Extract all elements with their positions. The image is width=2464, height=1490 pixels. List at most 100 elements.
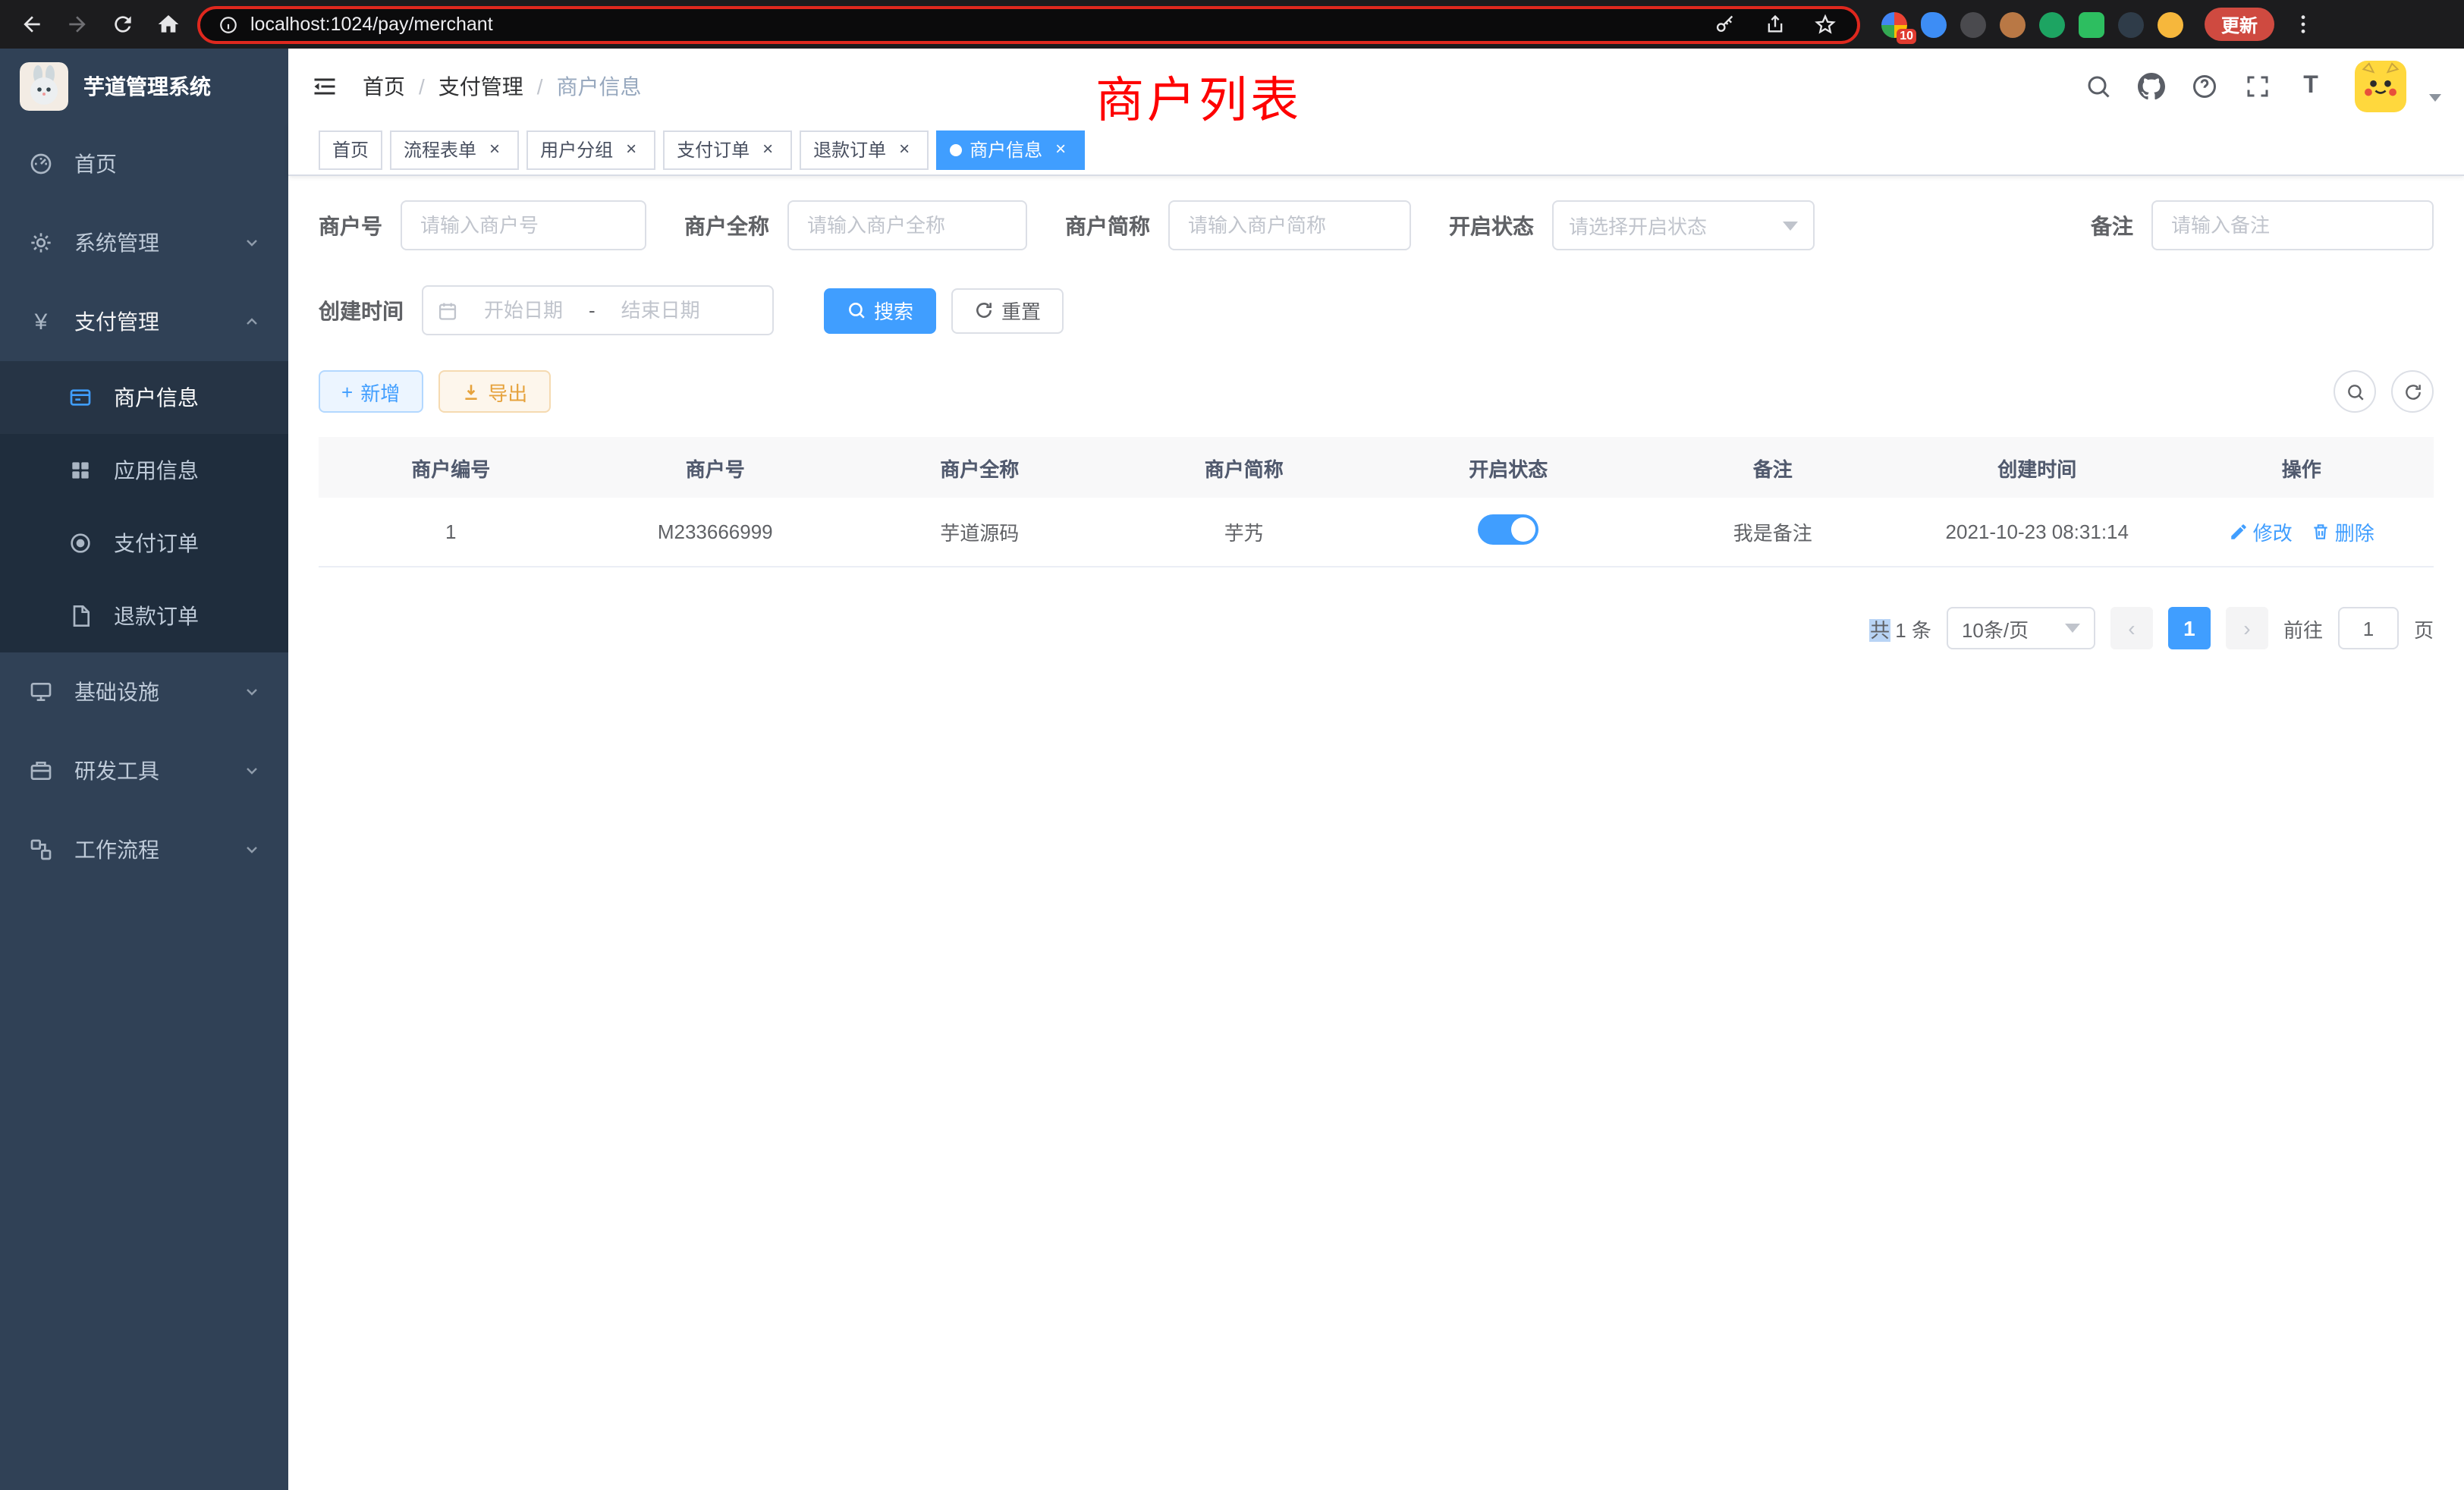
site-info-icon[interactable] xyxy=(215,8,240,41)
table-header-row: 商户编号 商户号 商户全称 商户简称 开启状态 备注 创建时间 操作 xyxy=(319,437,2434,498)
github-icon[interactable] xyxy=(2136,71,2167,102)
export-button-label: 导出 xyxy=(488,377,527,406)
full-name-input[interactable] xyxy=(787,200,1027,250)
chevron-down-icon xyxy=(2065,624,2080,633)
page-size-value: 10条/页 xyxy=(1962,614,2029,643)
address-bar-actions xyxy=(1708,8,1842,41)
chevron-down-icon xyxy=(243,762,261,780)
sidebar-item-refund-order[interactable]: 退款订单 xyxy=(0,580,288,652)
filter-full-name: 商户全称 xyxy=(684,200,1027,250)
sidebar-item-app-info[interactable]: 应用信息 xyxy=(0,434,288,507)
fullscreen-icon[interactable] xyxy=(2242,71,2273,102)
breadcrumb-item-payment[interactable]: 支付管理 xyxy=(438,71,523,102)
filter-status: 开启状态 请选择开启状态 xyxy=(1449,200,1815,250)
next-page-button[interactable]: › xyxy=(2226,607,2268,649)
breadcrumb: 首页 / 支付管理 / 商户信息 xyxy=(363,71,642,102)
sidebar-item-home[interactable]: 首页 xyxy=(0,124,288,203)
sidebar-item-system[interactable]: 系统管理 xyxy=(0,203,288,282)
edit-button[interactable]: 修改 xyxy=(2229,517,2293,546)
filter-row-2: 创建时间 - 搜索 xyxy=(319,285,2434,335)
app-logo[interactable]: 芋道管理系统 xyxy=(0,49,288,124)
start-date-input[interactable] xyxy=(467,299,580,322)
tab-refund-order[interactable]: 退款订单× xyxy=(800,130,929,169)
cell-merchant-id: 1 xyxy=(319,520,583,543)
search-icon[interactable] xyxy=(2083,71,2114,102)
extension-icon[interactable] xyxy=(2000,11,2026,37)
sidebar-item-merchant-info[interactable]: 商户信息 xyxy=(0,361,288,434)
font-size-icon[interactable]: T xyxy=(2296,71,2326,102)
browser-menu-icon[interactable] xyxy=(2286,8,2320,41)
filter-label: 备注 xyxy=(2091,210,2133,240)
add-button[interactable]: + 新增 xyxy=(319,370,423,413)
tab-close-icon[interactable]: × xyxy=(1050,139,1071,160)
sidebar-item-infrastructure[interactable]: 基础设施 xyxy=(0,652,288,731)
prev-page-button[interactable]: ‹ xyxy=(2110,607,2153,649)
page-annotation: 商户列表 xyxy=(1095,62,1302,132)
hamburger-icon[interactable] xyxy=(311,73,338,100)
share-icon[interactable] xyxy=(1758,8,1792,41)
extension-icon[interactable] xyxy=(2118,11,2144,37)
filter-label: 创建时间 xyxy=(319,295,404,325)
export-button[interactable]: 导出 xyxy=(438,370,550,413)
goto-input[interactable] xyxy=(2338,607,2399,649)
chevron-up-icon xyxy=(243,313,261,331)
extension-icon[interactable]: 10 xyxy=(1881,11,1907,37)
document-icon xyxy=(67,602,94,630)
tab-close-icon[interactable]: × xyxy=(621,139,642,160)
tab-process-form[interactable]: 流程表单× xyxy=(390,130,519,169)
update-button[interactable]: 更新 xyxy=(2205,8,2274,41)
menu-label: 研发工具 xyxy=(74,756,159,786)
status-toggle[interactable] xyxy=(1478,514,1538,545)
delete-button[interactable]: 删除 xyxy=(2311,517,2374,546)
tab-pay-order[interactable]: 支付订单 × xyxy=(663,130,792,169)
date-range-picker[interactable]: - xyxy=(422,285,774,335)
navbar-actions: T xyxy=(2083,61,2441,112)
help-icon[interactable] xyxy=(2189,71,2220,102)
extension-icon[interactable] xyxy=(1921,11,1947,37)
search-button[interactable]: 搜索 xyxy=(824,288,936,333)
short-name-input[interactable] xyxy=(1168,200,1411,250)
breadcrumb-separator: / xyxy=(419,74,425,99)
sidebar-item-workflow[interactable]: 工作流程 xyxy=(0,810,288,889)
extension-icon[interactable] xyxy=(2039,11,2065,37)
app-title: 芋道管理系统 xyxy=(83,71,211,102)
breadcrumb-item-home[interactable]: 首页 xyxy=(363,71,405,102)
top-navbar: 首页 / 支付管理 / 商户信息 商户列表 xyxy=(288,49,2464,124)
address-bar[interactable]: localhost:1024/pay/merchant xyxy=(197,5,1860,43)
extension-icon[interactable] xyxy=(2158,11,2183,37)
tab-user-group[interactable]: 用户分组× xyxy=(526,130,655,169)
tab-home[interactable]: 首页 xyxy=(319,130,382,169)
browser-home-icon[interactable] xyxy=(152,8,185,41)
reset-button[interactable]: 重置 xyxy=(951,288,1064,333)
refresh-button[interactable] xyxy=(2391,370,2434,413)
show-search-button[interactable] xyxy=(2334,370,2376,413)
chevron-down-icon xyxy=(1783,221,1798,230)
page-number-button[interactable]: 1 xyxy=(2168,607,2211,649)
sidebar-item-dev-tools[interactable]: 研发工具 xyxy=(0,731,288,810)
end-date-input[interactable] xyxy=(605,299,717,322)
tab-close-icon[interactable]: × xyxy=(757,139,778,160)
remark-input[interactable] xyxy=(2151,200,2434,250)
tab-label: 支付订单 xyxy=(677,137,750,162)
sidebar-item-payment[interactable]: ¥ 支付管理 xyxy=(0,282,288,361)
avatar-caret-icon[interactable] xyxy=(2429,93,2441,101)
extension-icon[interactable] xyxy=(1960,11,1986,37)
key-icon[interactable] xyxy=(1708,8,1742,41)
tab-close-icon[interactable]: × xyxy=(894,139,915,160)
tab-merchant-info[interactable]: 商户信息× xyxy=(936,130,1085,169)
breadcrumb-separator: / xyxy=(537,74,543,99)
date-separator: - xyxy=(589,299,596,322)
user-avatar[interactable] xyxy=(2355,61,2406,112)
status-select[interactable]: 请选择开启状态 xyxy=(1552,200,1815,250)
browser-forward-icon[interactable] xyxy=(61,8,94,41)
status-select-placeholder: 请选择开启状态 xyxy=(1569,211,1707,240)
page-size-select[interactable]: 10条/页 xyxy=(1947,607,2095,649)
browser-reload-icon[interactable] xyxy=(106,8,140,41)
header-cell: 创建时间 xyxy=(1905,453,2170,482)
sidebar-item-pay-order[interactable]: 支付订单 xyxy=(0,507,288,580)
merchant-no-input[interactable] xyxy=(401,200,646,250)
browser-back-icon[interactable] xyxy=(15,8,49,41)
extension-icon[interactable] xyxy=(2079,11,2104,37)
bookmark-star-icon[interactable] xyxy=(1809,8,1842,41)
tab-close-icon[interactable]: × xyxy=(484,139,505,160)
